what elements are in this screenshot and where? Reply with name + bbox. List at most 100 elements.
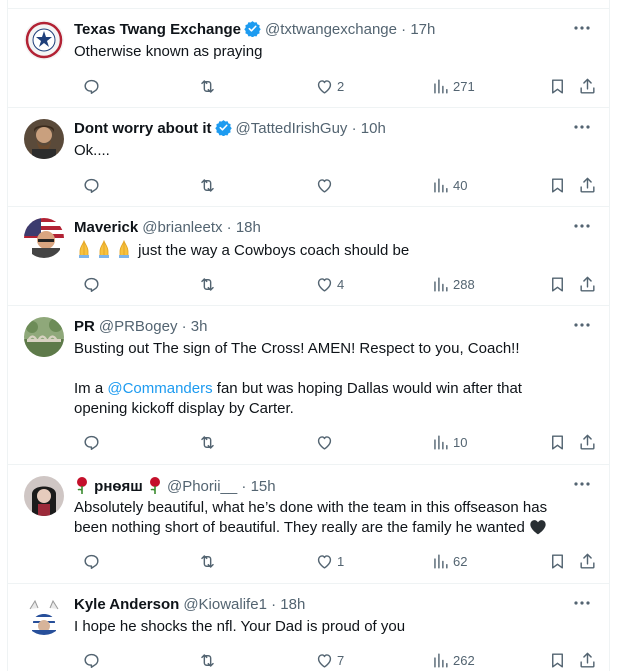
like-button[interactable] [315,174,337,198]
reply-icon [84,277,99,292]
tweet-text-line: I hope he shocks the nfl. Your Dad is pr… [74,618,406,635]
share-button[interactable] [578,431,597,455]
author-name[interactable]: Maverick [74,219,138,236]
action-bar: 4 288 [74,273,595,297]
reply-icon [84,79,99,94]
more-options-icon[interactable] [571,473,593,495]
bookmark-button[interactable] [548,174,567,198]
action-bar: 1 62 [74,550,595,574]
views-button[interactable]: 10 [431,431,467,455]
author-handle[interactable]: @PRBogey [99,318,178,335]
mention-link[interactable]: @Commanders [107,380,212,397]
avatar[interactable] [24,218,64,258]
praying-hands-emoji-icon [79,240,89,258]
author-name[interactable]: PR [74,318,95,335]
share-button[interactable] [578,273,597,297]
tweet[interactable]: Texas Twang Exchange @txtwangexchange · 1… [8,8,609,107]
author-name[interactable]: Dont worry about it [74,120,212,137]
black-heart-emoji-icon [530,520,546,535]
views-button[interactable]: 62 [431,550,467,574]
retweet-button[interactable] [198,431,220,455]
view-count: 10 [453,435,468,450]
tweet[interactable]: Dont worry about it @TattedIrishGuy · 10h… [8,107,609,206]
author-handle[interactable]: @Phorii__ [167,478,237,495]
like-button[interactable]: 2 [315,75,344,99]
more-options-icon[interactable] [571,314,593,336]
tweet[interactable]: PR @PRBogey · 3h Busting out The sign of … [8,305,609,464]
views-button[interactable]: 288 [431,273,475,297]
tweet-time[interactable]: 17h [410,21,435,38]
tweet[interactable]: Kyle Anderson @Kiowalife1 · 18h I hope he… [8,583,609,671]
author-handle[interactable]: @brianleetx [142,219,222,236]
tweet-header: рнѳяш @Phorii__ · 15h [74,476,569,496]
more-options-icon[interactable] [571,215,593,237]
author-name[interactable]: Kyle Anderson [74,596,179,613]
bookmark-button[interactable] [548,550,567,574]
avatar[interactable] [24,317,64,357]
bookmark-button[interactable] [548,649,567,671]
tweet[interactable]: Maverick @brianleetx · 18h just the way a… [8,206,609,305]
reply-button[interactable] [82,649,104,671]
like-button[interactable]: 7 [315,649,344,671]
tweet-text: just the way a Cowboys coach should be [74,240,589,261]
reply-button[interactable] [82,550,104,574]
retweet-button[interactable] [198,649,220,671]
retweet-button[interactable] [198,550,220,574]
share-button[interactable] [578,75,597,99]
views-chart-icon [434,435,448,450]
reply-icon [84,554,99,569]
tweet-time[interactable]: 3h [191,318,208,335]
share-icon [580,553,595,569]
views-button[interactable]: 271 [431,75,475,99]
reply-button[interactable] [82,75,104,99]
retweet-button[interactable] [198,75,220,99]
bookmark-button[interactable] [548,75,567,99]
tweet-header: Texas Twang Exchange @txtwangexchange · 1… [74,20,569,40]
like-button[interactable]: 4 [315,273,344,297]
author-name[interactable]: Texas Twang Exchange [74,21,241,38]
avatar[interactable] [24,119,64,159]
author-handle[interactable]: @txtwangexchange [265,21,397,38]
views-button[interactable]: 262 [431,649,475,671]
tweet[interactable]: рнѳяш @Phorii__ · 15h Absolutely beautif… [8,464,609,583]
bookmark-button[interactable] [548,431,567,455]
retweet-button[interactable] [198,174,220,198]
reply-button[interactable] [82,431,104,455]
tweet-text: Ok.... [74,141,589,161]
like-button[interactable] [315,431,337,455]
author-handle[interactable]: @TattedIrishGuy [236,120,348,137]
separator-dot: · [222,219,236,236]
tweet-text: I hope he shocks the nfl. Your Dad is pr… [74,617,589,637]
reply-button[interactable] [82,174,104,198]
share-icon [580,78,595,94]
share-button[interactable] [578,649,597,671]
rose-emoji-icon [77,477,87,494]
avatar[interactable] [24,476,64,516]
tweet-time[interactable]: 15h [251,478,276,495]
author-name[interactable]: рнѳяш [94,478,143,495]
heart-icon [317,654,332,668]
more-options-icon[interactable] [571,592,593,614]
action-bar: 7 262 [74,649,595,671]
reply-feed: Texas Twang Exchange @txtwangexchange · 1… [7,0,610,671]
avatar[interactable] [24,20,64,60]
separator-dot: · [177,318,191,335]
author-handle[interactable]: @Kiowalife1 [183,596,267,613]
share-button[interactable] [578,550,597,574]
views-button[interactable]: 40 [431,174,467,198]
share-button[interactable] [578,174,597,198]
more-options-icon[interactable] [571,116,593,138]
tweet-time[interactable]: 10h [361,120,386,137]
like-button[interactable]: 1 [315,550,344,574]
reply-button[interactable] [82,273,104,297]
reply-icon [84,653,99,668]
tweet-text-line: been nothing short of beautiful. They re… [74,519,525,536]
views-chart-icon [434,277,448,292]
avatar[interactable] [24,595,64,635]
bookmark-button[interactable] [548,273,567,297]
tweet-time[interactable]: 18h [236,219,261,236]
tweet-time[interactable]: 18h [280,596,305,613]
view-count: 62 [453,554,468,569]
retweet-button[interactable] [198,273,220,297]
more-options-icon[interactable] [571,17,593,39]
